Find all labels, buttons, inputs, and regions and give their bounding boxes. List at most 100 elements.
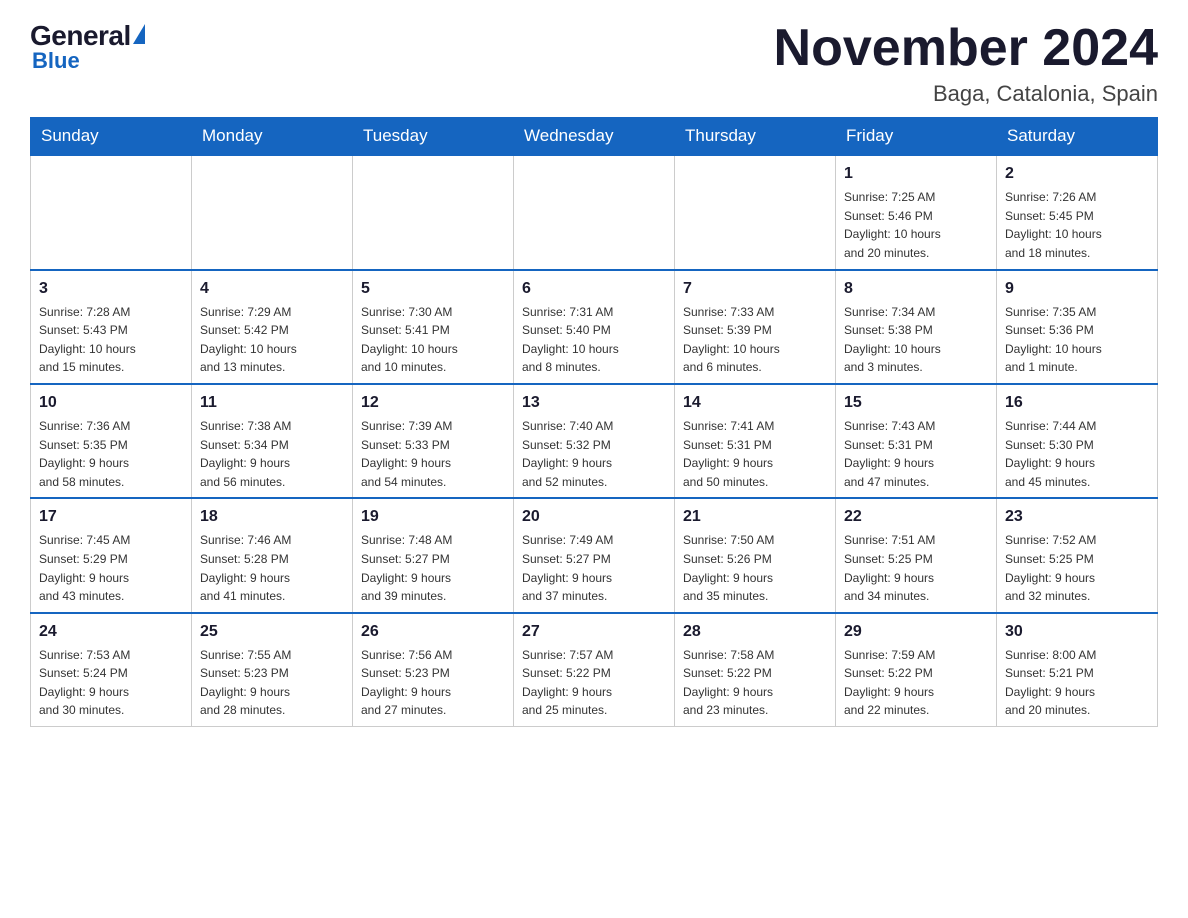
day-number: 24 xyxy=(39,620,183,644)
title-block: November 2024 Baga, Catalonia, Spain xyxy=(774,20,1158,107)
calendar-cell: 6Sunrise: 7:31 AM Sunset: 5:40 PM Daylig… xyxy=(514,270,675,384)
day-info: Sunrise: 7:36 AM Sunset: 5:35 PM Dayligh… xyxy=(39,417,183,491)
day-info: Sunrise: 7:57 AM Sunset: 5:22 PM Dayligh… xyxy=(522,646,666,720)
day-info: Sunrise: 7:52 AM Sunset: 5:25 PM Dayligh… xyxy=(1005,531,1149,605)
logo-blue-text: Blue xyxy=(32,48,145,74)
calendar-cell: 11Sunrise: 7:38 AM Sunset: 5:34 PM Dayli… xyxy=(192,384,353,498)
day-info: Sunrise: 7:35 AM Sunset: 5:36 PM Dayligh… xyxy=(1005,303,1149,377)
calendar-cell: 30Sunrise: 8:00 AM Sunset: 5:21 PM Dayli… xyxy=(997,613,1158,727)
calendar-cell: 12Sunrise: 7:39 AM Sunset: 5:33 PM Dayli… xyxy=(353,384,514,498)
day-number: 15 xyxy=(844,391,988,415)
calendar-cell: 14Sunrise: 7:41 AM Sunset: 5:31 PM Dayli… xyxy=(675,384,836,498)
day-info: Sunrise: 7:45 AM Sunset: 5:29 PM Dayligh… xyxy=(39,531,183,605)
day-info: Sunrise: 7:25 AM Sunset: 5:46 PM Dayligh… xyxy=(844,188,988,262)
calendar-cell: 21Sunrise: 7:50 AM Sunset: 5:26 PM Dayli… xyxy=(675,498,836,612)
calendar-cell: 3Sunrise: 7:28 AM Sunset: 5:43 PM Daylig… xyxy=(31,270,192,384)
calendar-cell xyxy=(353,155,514,269)
calendar-subtitle: Baga, Catalonia, Spain xyxy=(774,81,1158,107)
day-info: Sunrise: 7:51 AM Sunset: 5:25 PM Dayligh… xyxy=(844,531,988,605)
day-number: 8 xyxy=(844,277,988,301)
day-number: 21 xyxy=(683,505,827,529)
calendar-cell: 28Sunrise: 7:58 AM Sunset: 5:22 PM Dayli… xyxy=(675,613,836,727)
calendar-cell: 9Sunrise: 7:35 AM Sunset: 5:36 PM Daylig… xyxy=(997,270,1158,384)
calendar-cell xyxy=(514,155,675,269)
page-header: General Blue November 2024 Baga, Catalon… xyxy=(30,20,1158,107)
day-info: Sunrise: 7:50 AM Sunset: 5:26 PM Dayligh… xyxy=(683,531,827,605)
day-number: 23 xyxy=(1005,505,1149,529)
day-number: 22 xyxy=(844,505,988,529)
day-number: 4 xyxy=(200,277,344,301)
day-number: 28 xyxy=(683,620,827,644)
logo-triangle-icon xyxy=(133,24,145,44)
calendar-cell: 15Sunrise: 7:43 AM Sunset: 5:31 PM Dayli… xyxy=(836,384,997,498)
week-row-2: 3Sunrise: 7:28 AM Sunset: 5:43 PM Daylig… xyxy=(31,270,1158,384)
weekday-header-saturday: Saturday xyxy=(997,118,1158,156)
calendar-cell: 13Sunrise: 7:40 AM Sunset: 5:32 PM Dayli… xyxy=(514,384,675,498)
day-info: Sunrise: 7:48 AM Sunset: 5:27 PM Dayligh… xyxy=(361,531,505,605)
day-info: Sunrise: 7:43 AM Sunset: 5:31 PM Dayligh… xyxy=(844,417,988,491)
calendar-cell: 23Sunrise: 7:52 AM Sunset: 5:25 PM Dayli… xyxy=(997,498,1158,612)
calendar-cell: 18Sunrise: 7:46 AM Sunset: 5:28 PM Dayli… xyxy=(192,498,353,612)
day-number: 9 xyxy=(1005,277,1149,301)
calendar-cell: 27Sunrise: 7:57 AM Sunset: 5:22 PM Dayli… xyxy=(514,613,675,727)
day-number: 2 xyxy=(1005,162,1149,186)
weekday-header-monday: Monday xyxy=(192,118,353,156)
weekday-header-tuesday: Tuesday xyxy=(353,118,514,156)
weekday-header-row: SundayMondayTuesdayWednesdayThursdayFrid… xyxy=(31,118,1158,156)
day-number: 20 xyxy=(522,505,666,529)
calendar-cell: 20Sunrise: 7:49 AM Sunset: 5:27 PM Dayli… xyxy=(514,498,675,612)
day-number: 13 xyxy=(522,391,666,415)
day-info: Sunrise: 7:44 AM Sunset: 5:30 PM Dayligh… xyxy=(1005,417,1149,491)
day-number: 12 xyxy=(361,391,505,415)
day-info: Sunrise: 7:39 AM Sunset: 5:33 PM Dayligh… xyxy=(361,417,505,491)
logo: General Blue xyxy=(30,20,145,74)
day-info: Sunrise: 8:00 AM Sunset: 5:21 PM Dayligh… xyxy=(1005,646,1149,720)
day-info: Sunrise: 7:30 AM Sunset: 5:41 PM Dayligh… xyxy=(361,303,505,377)
weekday-header-friday: Friday xyxy=(836,118,997,156)
day-number: 27 xyxy=(522,620,666,644)
day-number: 14 xyxy=(683,391,827,415)
calendar-cell: 22Sunrise: 7:51 AM Sunset: 5:25 PM Dayli… xyxy=(836,498,997,612)
calendar-cell: 5Sunrise: 7:30 AM Sunset: 5:41 PM Daylig… xyxy=(353,270,514,384)
day-info: Sunrise: 7:28 AM Sunset: 5:43 PM Dayligh… xyxy=(39,303,183,377)
day-number: 7 xyxy=(683,277,827,301)
day-info: Sunrise: 7:33 AM Sunset: 5:39 PM Dayligh… xyxy=(683,303,827,377)
day-info: Sunrise: 7:34 AM Sunset: 5:38 PM Dayligh… xyxy=(844,303,988,377)
week-row-1: 1Sunrise: 7:25 AM Sunset: 5:46 PM Daylig… xyxy=(31,155,1158,269)
calendar-cell: 10Sunrise: 7:36 AM Sunset: 5:35 PM Dayli… xyxy=(31,384,192,498)
day-number: 16 xyxy=(1005,391,1149,415)
weekday-header-sunday: Sunday xyxy=(31,118,192,156)
calendar-title: November 2024 xyxy=(774,20,1158,77)
calendar-cell: 25Sunrise: 7:55 AM Sunset: 5:23 PM Dayli… xyxy=(192,613,353,727)
day-info: Sunrise: 7:29 AM Sunset: 5:42 PM Dayligh… xyxy=(200,303,344,377)
calendar-cell xyxy=(31,155,192,269)
day-info: Sunrise: 7:38 AM Sunset: 5:34 PM Dayligh… xyxy=(200,417,344,491)
weekday-header-thursday: Thursday xyxy=(675,118,836,156)
calendar-cell xyxy=(192,155,353,269)
day-info: Sunrise: 7:40 AM Sunset: 5:32 PM Dayligh… xyxy=(522,417,666,491)
day-number: 25 xyxy=(200,620,344,644)
calendar-cell: 1Sunrise: 7:25 AM Sunset: 5:46 PM Daylig… xyxy=(836,155,997,269)
day-info: Sunrise: 7:26 AM Sunset: 5:45 PM Dayligh… xyxy=(1005,188,1149,262)
day-number: 29 xyxy=(844,620,988,644)
day-number: 5 xyxy=(361,277,505,301)
calendar-cell: 19Sunrise: 7:48 AM Sunset: 5:27 PM Dayli… xyxy=(353,498,514,612)
day-info: Sunrise: 7:46 AM Sunset: 5:28 PM Dayligh… xyxy=(200,531,344,605)
calendar-cell: 7Sunrise: 7:33 AM Sunset: 5:39 PM Daylig… xyxy=(675,270,836,384)
calendar-table: SundayMondayTuesdayWednesdayThursdayFrid… xyxy=(30,117,1158,727)
day-number: 26 xyxy=(361,620,505,644)
calendar-cell: 24Sunrise: 7:53 AM Sunset: 5:24 PM Dayli… xyxy=(31,613,192,727)
day-number: 3 xyxy=(39,277,183,301)
day-number: 18 xyxy=(200,505,344,529)
day-number: 19 xyxy=(361,505,505,529)
day-info: Sunrise: 7:59 AM Sunset: 5:22 PM Dayligh… xyxy=(844,646,988,720)
day-info: Sunrise: 7:55 AM Sunset: 5:23 PM Dayligh… xyxy=(200,646,344,720)
weekday-header-wednesday: Wednesday xyxy=(514,118,675,156)
day-number: 30 xyxy=(1005,620,1149,644)
calendar-cell: 17Sunrise: 7:45 AM Sunset: 5:29 PM Dayli… xyxy=(31,498,192,612)
week-row-5: 24Sunrise: 7:53 AM Sunset: 5:24 PM Dayli… xyxy=(31,613,1158,727)
calendar-cell: 16Sunrise: 7:44 AM Sunset: 5:30 PM Dayli… xyxy=(997,384,1158,498)
day-number: 10 xyxy=(39,391,183,415)
calendar-cell: 2Sunrise: 7:26 AM Sunset: 5:45 PM Daylig… xyxy=(997,155,1158,269)
calendar-cell: 26Sunrise: 7:56 AM Sunset: 5:23 PM Dayli… xyxy=(353,613,514,727)
